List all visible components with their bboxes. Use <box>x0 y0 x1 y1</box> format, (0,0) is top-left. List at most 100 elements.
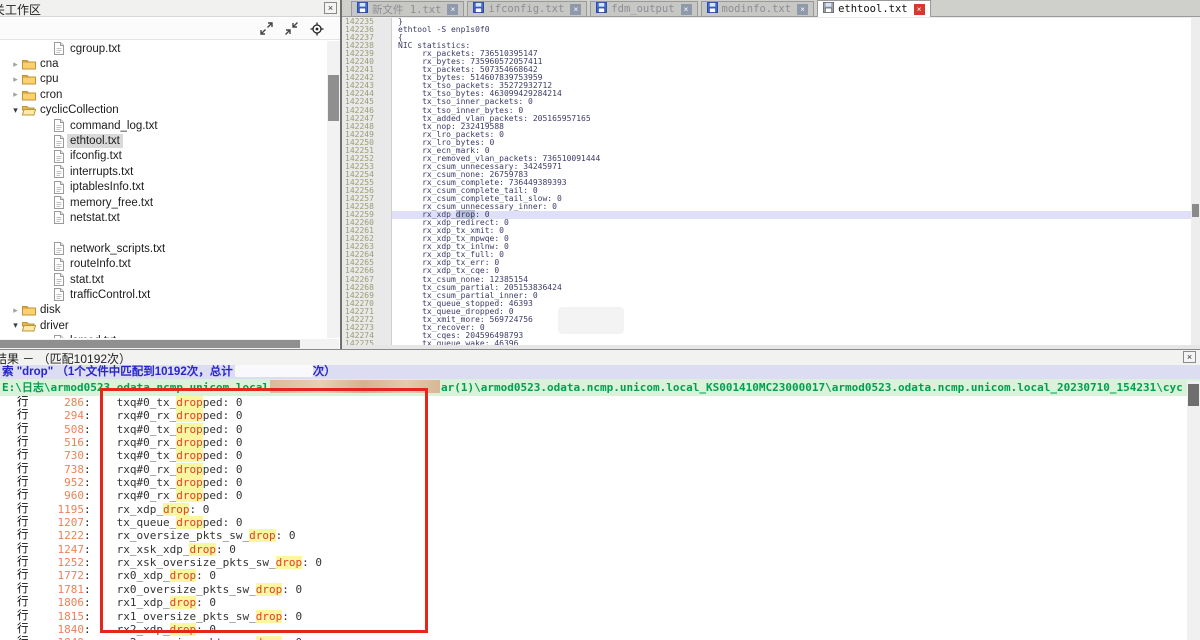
line-text: rx_lro_bytes: 0 <box>392 139 1191 147</box>
tab-close-icon[interactable]: × <box>570 4 581 15</box>
result-row-colon: : <box>84 569 91 582</box>
tab-ifconfig-txt[interactable]: ifconfig.txt × <box>467 1 587 16</box>
result-row-line-1781[interactable]: 行 1781 : rx0_oversize_pkts_sw_drop: 0 <box>0 583 1186 596</box>
result-row-line-294[interactable]: 行 294 : rxq#0_rx_dropped: 0 <box>0 409 1186 422</box>
tree-item-cron[interactable]: ▸ cron <box>0 87 326 102</box>
tree-item-ethtool-txt[interactable]: ethtool.txt <box>0 133 326 148</box>
floppy-disk-icon <box>823 2 834 16</box>
results-vertical-scrollbar[interactable] <box>1187 381 1200 640</box>
tree-item-iptablesinfo-txt[interactable]: iptablesInfo.txt <box>0 180 326 195</box>
editor-pane: 新文件 1.txt × ifconfig.txt × fdm_output × … <box>342 0 1200 349</box>
result-row-line-516[interactable]: 行 516 : rxq#0_rx_dropped: 0 <box>0 436 1186 449</box>
tree-item-network-scripts-txt[interactable]: network_scripts.txt <box>0 241 326 256</box>
editor-vscroll-thumb[interactable] <box>1192 204 1199 217</box>
result-row-line-286[interactable]: 行 286 : txq#0_tx_dropped: 0 <box>0 396 1186 409</box>
result-row-line-1195[interactable]: 行 1195 : rx_xdp_drop: 0 <box>0 503 1186 516</box>
tab-close-icon[interactable]: × <box>681 4 692 15</box>
result-row-line-label: 行 <box>0 623 34 636</box>
tab-fdm-output[interactable]: fdm_output × <box>590 1 697 16</box>
workspace-vertical-scrollbar[interactable] <box>327 41 340 338</box>
match-highlight: drop <box>176 476 203 489</box>
match-highlight: drop <box>176 463 203 476</box>
result-row-colon: : <box>84 463 91 476</box>
result-row-line-label: 行 <box>0 436 34 449</box>
result-row-line-1222[interactable]: 行 1222 : rx_oversize_pkts_sw_drop: 0 <box>0 529 1186 542</box>
line-text: rx_xdp_tx_err: 0 <box>392 259 1191 267</box>
tree-item-cna[interactable]: ▸ cna <box>0 56 326 71</box>
tab--1-txt[interactable]: 新文件 1.txt × <box>351 1 464 16</box>
tab-close-icon[interactable]: × <box>447 4 458 15</box>
tree-item-label: interrupts.txt <box>67 165 136 179</box>
result-row-line-1806[interactable]: 行 1806 : rx1_xdp_drop: 0 <box>0 596 1186 609</box>
results-vscroll-thumb[interactable] <box>1188 384 1199 406</box>
tree-item-label: cron <box>37 88 65 102</box>
expand-all-icon[interactable] <box>260 22 273 35</box>
tree-item-routeinfo-txt[interactable]: routeInfo.txt <box>0 256 326 271</box>
results-summary-row[interactable]: 索 "drop" （1个文件中匹配到10192次，总计次） <box>0 365 1200 379</box>
tree-item-label: driver <box>37 319 72 333</box>
workspace-close-button[interactable]: × <box>324 2 337 14</box>
result-row-line-960[interactable]: 行 960 : rxq#0_rx_dropped: 0 <box>0 489 1186 502</box>
editor-text-area[interactable]: 142235 } 142236 ethtool -S enp1s0f0 1422… <box>342 18 1191 345</box>
tree-item-netstat-txt[interactable]: netstat.txt <box>0 210 326 225</box>
tree-item-label: netstat.txt <box>67 211 123 225</box>
line-text: rx_xdp_drop: 0 <box>392 211 1191 219</box>
tree-item-ifconfig-txt[interactable]: ifconfig.txt <box>0 149 326 164</box>
results-close-button[interactable]: × <box>1183 351 1196 363</box>
tree-item-disk[interactable]: ▸ disk <box>0 303 326 318</box>
file-icon <box>51 42 67 55</box>
result-row-line-1252[interactable]: 行 1252 : rx_xsk_oversize_pkts_sw_drop: 0 <box>0 556 1186 569</box>
editor-vertical-scrollbar[interactable] <box>1191 18 1200 345</box>
result-row-line-1207[interactable]: 行 1207 : tx_queue_dropped: 0 <box>0 516 1186 529</box>
tree-chevron-icon[interactable]: ▸ <box>10 74 21 85</box>
tree-item-command-log-txt[interactable]: command_log.txt <box>0 118 326 133</box>
result-row-line-508[interactable]: 行 508 : txq#0_tx_dropped: 0 <box>0 423 1186 436</box>
tree-item-lsmod-txt[interactable]: lsmod.txt <box>0 333 326 338</box>
tab-close-icon[interactable]: × <box>914 4 925 15</box>
workspace-horizontal-scrollbar[interactable] <box>0 339 339 349</box>
tree-item-label: ifconfig.txt <box>67 149 125 163</box>
tab-ethtool-txt[interactable]: ethtool.txt × <box>817 0 931 17</box>
result-row-line-number: 1252 <box>34 556 84 569</box>
tree-item-driver[interactable]: ▾ driver <box>0 318 326 333</box>
tree-item-interrupts-txt[interactable]: interrupts.txt <box>0 164 326 179</box>
result-row-line-1772[interactable]: 行 1772 : rx0_xdp_drop: 0 <box>0 569 1186 582</box>
tree-chevron-icon[interactable]: ▸ <box>10 305 21 316</box>
tree-item-redacted[interactable] <box>0 226 326 241</box>
result-row-line-1840[interactable]: 行 1840 : rx2_xdp_drop: 0 <box>0 623 1186 636</box>
tree-item-trafficcontrol-txt[interactable]: trafficControl.txt <box>0 287 326 302</box>
floppy-disk-icon <box>357 2 368 16</box>
tree-item-cycliccollection[interactable]: ▾ cyclicCollection <box>0 103 326 118</box>
tree-item-cpu[interactable]: ▸ cpu <box>0 72 326 87</box>
file-icon <box>51 150 67 163</box>
result-row-line-1247[interactable]: 行 1247 : rx_xsk_xdp_drop: 0 <box>0 543 1186 556</box>
tree-item-stat-txt[interactable]: stat.txt <box>0 272 326 287</box>
tree-chevron-icon[interactable]: ▾ <box>10 320 21 331</box>
tree-chevron-icon[interactable]: ▸ <box>10 59 21 70</box>
tree-item-label: cgroup.txt <box>67 42 124 56</box>
results-file-path-row[interactable]: E:\日志\armod0523.odata.ncmp.unicom.locala… <box>0 379 1200 396</box>
result-row-line-1815[interactable]: 行 1815 : rx1_oversize_pkts_sw_drop: 0 <box>0 610 1186 623</box>
tab-modinfo-txt[interactable]: modinfo.txt × <box>701 1 815 16</box>
tree-item-cgroup-txt[interactable]: cgroup.txt <box>0 41 326 56</box>
workspace-hscroll-thumb[interactable] <box>0 340 300 348</box>
result-row-line-label: 行 <box>0 516 34 529</box>
tree-item-label: trafficControl.txt <box>67 288 153 302</box>
result-row-line-952[interactable]: 行 952 : txq#0_tx_dropped: 0 <box>0 476 1186 489</box>
tree-item-memory-free-txt[interactable]: memory_free.txt <box>0 195 326 210</box>
result-row-line-1849[interactable]: 行 1849 : rx2_oversize_pkts_sw_drop: 0 <box>0 636 1186 640</box>
tree-chevron-icon[interactable]: ▾ <box>10 105 21 116</box>
result-row-line-738[interactable]: 行 738 : rxq#0_rx_dropped: 0 <box>0 463 1186 476</box>
tree-item-label: routeInfo.txt <box>67 257 134 271</box>
floppy-disk-icon <box>473 2 484 16</box>
collapse-all-icon[interactable] <box>285 22 298 35</box>
locate-file-icon[interactable] <box>310 22 324 36</box>
editor-line[interactable]: 142236 ethtool -S enp1s0f0 <box>342 26 1191 34</box>
result-row-colon: : <box>84 596 91 609</box>
workspace-vscroll-thumb[interactable] <box>328 75 339 121</box>
result-row-colon: : <box>84 529 91 542</box>
tab-close-icon[interactable]: × <box>797 4 808 15</box>
result-row-line-730[interactable]: 行 730 : txq#0_tx_dropped: 0 <box>0 449 1186 462</box>
tree-chevron-icon[interactable]: ▸ <box>10 89 21 100</box>
workspace-header: 关工作区 × <box>0 0 340 17</box>
